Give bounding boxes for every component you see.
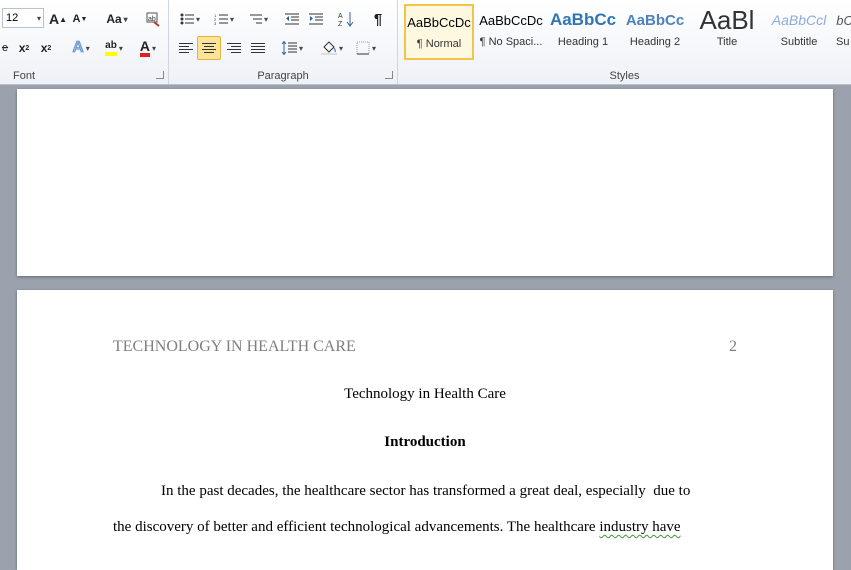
style-subtitle[interactable]: AaBbCcl Subtitle: [764, 4, 834, 60]
paragraph-group: 123 AZ ¶: [169, 0, 398, 84]
numbering-button[interactable]: 123: [209, 8, 239, 30]
align-right-icon: [227, 43, 241, 53]
grow-font-button[interactable]: A ▲: [48, 8, 68, 30]
style-name: Su: [836, 36, 850, 48]
svg-text:3: 3: [214, 21, 217, 25]
paragraph-text: the discovery of better and efficient te…: [113, 519, 600, 535]
style-preview: AaBbCcDc: [407, 14, 471, 30]
paragraph-dialog-launcher[interactable]: [385, 71, 393, 79]
chevron-down-icon: ▾: [36, 13, 41, 23]
change-case-label: Aa: [106, 12, 122, 26]
style-preview: AaBbCcDc: [836, 12, 851, 28]
subscript-button[interactable]: x2: [14, 37, 34, 59]
styles-group-label: Styles: [609, 70, 640, 82]
grammar-error-text[interactable]: industry have: [599, 519, 680, 535]
highlighter-icon: ab: [105, 40, 117, 56]
styles-gallery: AaBbCcDc ¶ Normal AaBbCcDc ¶ No Spaci...…: [404, 4, 851, 62]
ribbon: 12 ▾ A▲ A▼ Aa ab e x2 x2 A ab A Font 123: [0, 0, 851, 85]
decrease-indent-icon: [285, 13, 299, 25]
text-effects-icon: A: [72, 39, 84, 57]
justify-icon: [251, 43, 265, 53]
align-left-icon: [179, 43, 193, 53]
multilevel-list-button[interactable]: [243, 8, 273, 30]
numbering-icon: 123: [214, 13, 228, 25]
increase-indent-icon: [309, 13, 323, 25]
svg-text:A: A: [338, 13, 343, 20]
style-name: Heading 1: [557, 36, 609, 48]
text-effects-button[interactable]: A: [66, 37, 96, 59]
decrease-indent-button[interactable]: [281, 8, 303, 30]
style-preview: AaBbCcDc: [479, 12, 543, 28]
paragraph-line-2[interactable]: the discovery of better and efficient te…: [113, 519, 681, 536]
paint-bucket-icon: [320, 41, 337, 55]
style-title[interactable]: AaBl Title: [692, 4, 762, 60]
font-size-box[interactable]: 12 ▾: [2, 8, 44, 28]
sort-icon: AZ: [338, 12, 354, 27]
style-no-spacing[interactable]: AaBbCcDc ¶ No Spaci...: [476, 4, 546, 60]
running-header-title: TECHNOLOGY IN HEALTH CARE: [113, 338, 356, 355]
style-name: ¶ Normal: [416, 38, 462, 50]
page-number: 2: [729, 338, 737, 355]
style-preview: AaBbCc: [549, 10, 617, 29]
shrink-font-button[interactable]: A ▼: [70, 8, 90, 30]
style-preview: AaBl: [699, 4, 755, 35]
style-normal[interactable]: AaBbCcDc ¶ Normal: [404, 4, 474, 60]
highlight-button[interactable]: ab: [98, 37, 130, 59]
align-center-icon: [202, 43, 216, 53]
change-case-button[interactable]: Aa: [100, 8, 134, 30]
align-center-button[interactable]: [197, 36, 221, 60]
align-left-button[interactable]: [175, 37, 197, 59]
style-heading-2[interactable]: AaBbCc Heading 2: [620, 4, 690, 60]
style-heading-1[interactable]: AaBbCc Heading 1: [548, 4, 618, 60]
style-name: ¶ No Spaci...: [479, 36, 543, 48]
bullets-button[interactable]: [175, 8, 205, 30]
style-preview: AaBbCcl: [771, 12, 827, 28]
paragraph-group-label: Paragraph: [257, 70, 309, 82]
style-name: Title: [716, 36, 738, 48]
font-group: 12 ▾ A▲ A▼ Aa ab e x2 x2 A ab A Font: [0, 0, 169, 84]
font-group-label: Font: [12, 70, 35, 82]
page-2: TECHNOLOGY IN HEALTH CARE 2 Technology i…: [17, 290, 833, 570]
pilcrow-icon: ¶: [373, 10, 383, 28]
strikethrough-button[interactable]: e: [0, 37, 10, 59]
section-heading[interactable]: Introduction: [17, 434, 833, 451]
shading-button[interactable]: [317, 37, 347, 59]
multilevel-list-icon: [249, 14, 262, 24]
font-color-button[interactable]: A: [132, 37, 164, 59]
borders-icon: [356, 41, 370, 55]
superscript-button[interactable]: x2: [36, 37, 56, 59]
show-hide-button[interactable]: ¶: [367, 8, 389, 30]
page-1: [17, 89, 833, 276]
font-dialog-launcher[interactable]: [156, 71, 164, 79]
svg-text:Z: Z: [338, 21, 343, 27]
line-spacing-button[interactable]: [277, 37, 307, 59]
paragraph-line-1[interactable]: In the past decades, the healthcare sect…: [161, 483, 690, 500]
style-name: Heading 2: [629, 36, 681, 48]
font-size-value: 12: [6, 12, 19, 24]
justify-button[interactable]: [247, 37, 269, 59]
line-spacing-icon: [281, 41, 297, 55]
document-title[interactable]: Technology in Health Care: [17, 386, 833, 403]
bullets-icon: [180, 13, 194, 25]
sort-button[interactable]: AZ: [335, 8, 357, 30]
borders-button[interactable]: [351, 37, 381, 59]
style-subtle-emphasis[interactable]: AaBbCcDc Su: [836, 4, 851, 60]
style-name: Subtitle: [780, 36, 818, 48]
clear-formatting-button[interactable]: ab: [142, 8, 164, 30]
style-preview: AaBbCc: [625, 11, 685, 29]
align-right-button[interactable]: [223, 37, 245, 59]
increase-indent-button[interactable]: [305, 8, 327, 30]
clear-formatting-icon: ab: [146, 12, 160, 27]
font-color-icon: A: [139, 39, 151, 57]
